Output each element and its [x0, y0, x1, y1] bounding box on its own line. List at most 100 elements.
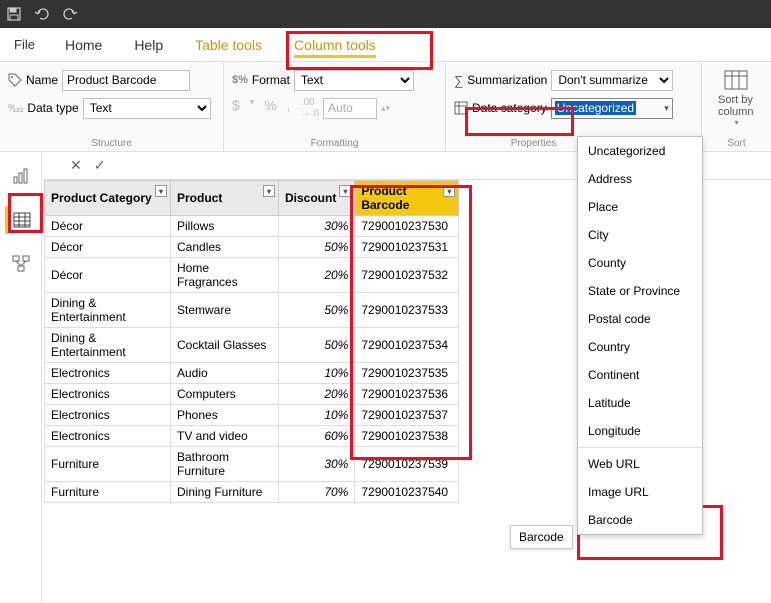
table-row[interactable]: ElectronicsPhones10%7290010237537 [45, 405, 459, 426]
table-row[interactable]: ElectronicsComputers20%7290010237536 [45, 384, 459, 405]
dropdown-item[interactable]: Postal code [578, 305, 702, 333]
table-cell[interactable]: Dining & Entertainment [45, 293, 171, 328]
table-cell[interactable]: 7290010237534 [355, 328, 459, 363]
table-cell[interactable]: Phones [171, 405, 279, 426]
table-cell[interactable]: 7290010237530 [355, 216, 459, 237]
column-header[interactable]: Discount▾ [279, 181, 355, 216]
dropdown-item[interactable]: Latitude [578, 389, 702, 417]
dropdown-item[interactable]: Place [578, 193, 702, 221]
table-cell[interactable]: 50% [279, 293, 355, 328]
table-cell[interactable]: 30% [279, 447, 355, 482]
table-cell[interactable]: Bathroom Furniture [171, 447, 279, 482]
dropdown-item[interactable]: Image URL [578, 478, 702, 506]
dropdown-item[interactable]: Country [578, 333, 702, 361]
table-cell[interactable]: Electronics [45, 363, 171, 384]
table-cell[interactable]: Electronics [45, 384, 171, 405]
table-cell[interactable]: TV and video [171, 426, 279, 447]
datatype-select[interactable]: Text [83, 98, 211, 119]
table-cell[interactable]: Computers [171, 384, 279, 405]
table-cell[interactable]: 7290010237531 [355, 237, 459, 258]
table-cell[interactable]: Furniture [45, 447, 171, 482]
table-cell[interactable]: Electronics [45, 426, 171, 447]
menu-table-tools[interactable]: Table tools [179, 28, 278, 62]
column-header[interactable]: Product Category▾ [45, 181, 171, 216]
table-row[interactable]: Dining & EntertainmentStemware50%7290010… [45, 293, 459, 328]
filter-icon[interactable]: ▾ [339, 185, 351, 197]
currency-button[interactable]: $ [232, 97, 240, 119]
filter-icon[interactable]: ▾ [155, 185, 167, 197]
summarization-select[interactable]: Don't summarize [551, 70, 673, 91]
table-cell[interactable]: Pillows [171, 216, 279, 237]
table-cell[interactable]: 50% [279, 237, 355, 258]
dropdown-item[interactable]: Continent [578, 361, 702, 389]
table-cell[interactable]: Dining & Entertainment [45, 328, 171, 363]
table-cell[interactable]: 7290010237533 [355, 293, 459, 328]
chevron-down-icon[interactable]: ▾ [250, 97, 255, 119]
table-cell[interactable]: Stemware [171, 293, 279, 328]
table-row[interactable]: DécorCandles50%7290010237531 [45, 237, 459, 258]
report-view-button[interactable] [7, 162, 35, 190]
sort-by-column-button[interactable]: Sort by column ▾ [710, 66, 763, 131]
data-view-button[interactable] [5, 206, 33, 234]
table-cell[interactable]: 7290010237540 [355, 482, 459, 503]
dropdown-item[interactable]: Uncategorized [578, 137, 702, 165]
table-cell[interactable]: 50% [279, 328, 355, 363]
table-cell[interactable]: 7290010237536 [355, 384, 459, 405]
dropdown-item[interactable]: Longitude [578, 417, 702, 445]
filter-icon[interactable]: ▾ [263, 185, 275, 197]
filter-icon[interactable]: ▾ [443, 185, 455, 197]
table-cell[interactable]: 10% [279, 363, 355, 384]
menu-help[interactable]: Help [118, 28, 179, 62]
column-header[interactable]: Product▾ [171, 181, 279, 216]
percent-button[interactable]: % [264, 97, 276, 119]
dropdown-item[interactable]: Web URL [578, 450, 702, 478]
table-row[interactable]: DécorPillows30%7290010237530 [45, 216, 459, 237]
table-cell[interactable]: 20% [279, 384, 355, 405]
table-cell[interactable]: Décor [45, 258, 171, 293]
table-cell[interactable]: 20% [279, 258, 355, 293]
menu-column-tools[interactable]: Column tools [278, 28, 392, 62]
comma-button[interactable]: , [287, 97, 291, 119]
dropdown-item[interactable]: Address [578, 165, 702, 193]
table-cell[interactable]: Home Fragrances [171, 258, 279, 293]
table-cell[interactable]: 7290010237535 [355, 363, 459, 384]
table-cell[interactable]: Audio [171, 363, 279, 384]
model-view-button[interactable] [7, 250, 35, 278]
table-row[interactable]: ElectronicsTV and video60%7290010237538 [45, 426, 459, 447]
table-cell[interactable]: 7290010237538 [355, 426, 459, 447]
table-row[interactable]: Dining & EntertainmentCocktail Glasses50… [45, 328, 459, 363]
dropdown-item[interactable]: County [578, 249, 702, 277]
table-cell[interactable]: Electronics [45, 405, 171, 426]
menu-file[interactable]: File [0, 37, 49, 52]
dropdown-item[interactable]: City [578, 221, 702, 249]
table-cell[interactable]: 30% [279, 216, 355, 237]
table-cell[interactable]: Furniture [45, 482, 171, 503]
table-cell[interactable]: Décor [45, 237, 171, 258]
table-cell[interactable]: Décor [45, 216, 171, 237]
table-cell[interactable]: 7290010237532 [355, 258, 459, 293]
table-row[interactable]: DécorHome Fragrances20%7290010237532 [45, 258, 459, 293]
table-cell[interactable]: Candles [171, 237, 279, 258]
cancel-formula-button[interactable]: ✕ [70, 157, 82, 174]
commit-formula-button[interactable]: ✓ [94, 157, 106, 174]
data-category-dropdown[interactable]: UncategorizedAddressPlaceCityCountyState… [577, 136, 703, 535]
save-icon[interactable] [6, 6, 22, 22]
table-cell[interactable]: Dining Furniture [171, 482, 279, 503]
table-cell[interactable]: Cocktail Glasses [171, 328, 279, 363]
format-select[interactable]: Text [294, 70, 414, 91]
dropdown-item[interactable]: Barcode [578, 506, 702, 534]
table-cell[interactable]: 60% [279, 426, 355, 447]
redo-icon[interactable] [62, 6, 78, 22]
data-category-select[interactable]: Uncategorized ▾ [551, 98, 673, 119]
table-row[interactable]: ElectronicsAudio10%7290010237535 [45, 363, 459, 384]
name-input[interactable] [62, 70, 190, 91]
column-header[interactable]: Product Barcode▾ [355, 181, 459, 216]
table-row[interactable]: FurnitureDining Furniture70%729001023754… [45, 482, 459, 503]
undo-icon[interactable] [34, 6, 50, 22]
menu-home[interactable]: Home [49, 28, 118, 62]
table-cell[interactable]: 7290010237537 [355, 405, 459, 426]
dropdown-item[interactable]: State or Province [578, 277, 702, 305]
table-cell[interactable]: 7290010237539 [355, 447, 459, 482]
table-cell[interactable]: 70% [279, 482, 355, 503]
table-cell[interactable]: 10% [279, 405, 355, 426]
